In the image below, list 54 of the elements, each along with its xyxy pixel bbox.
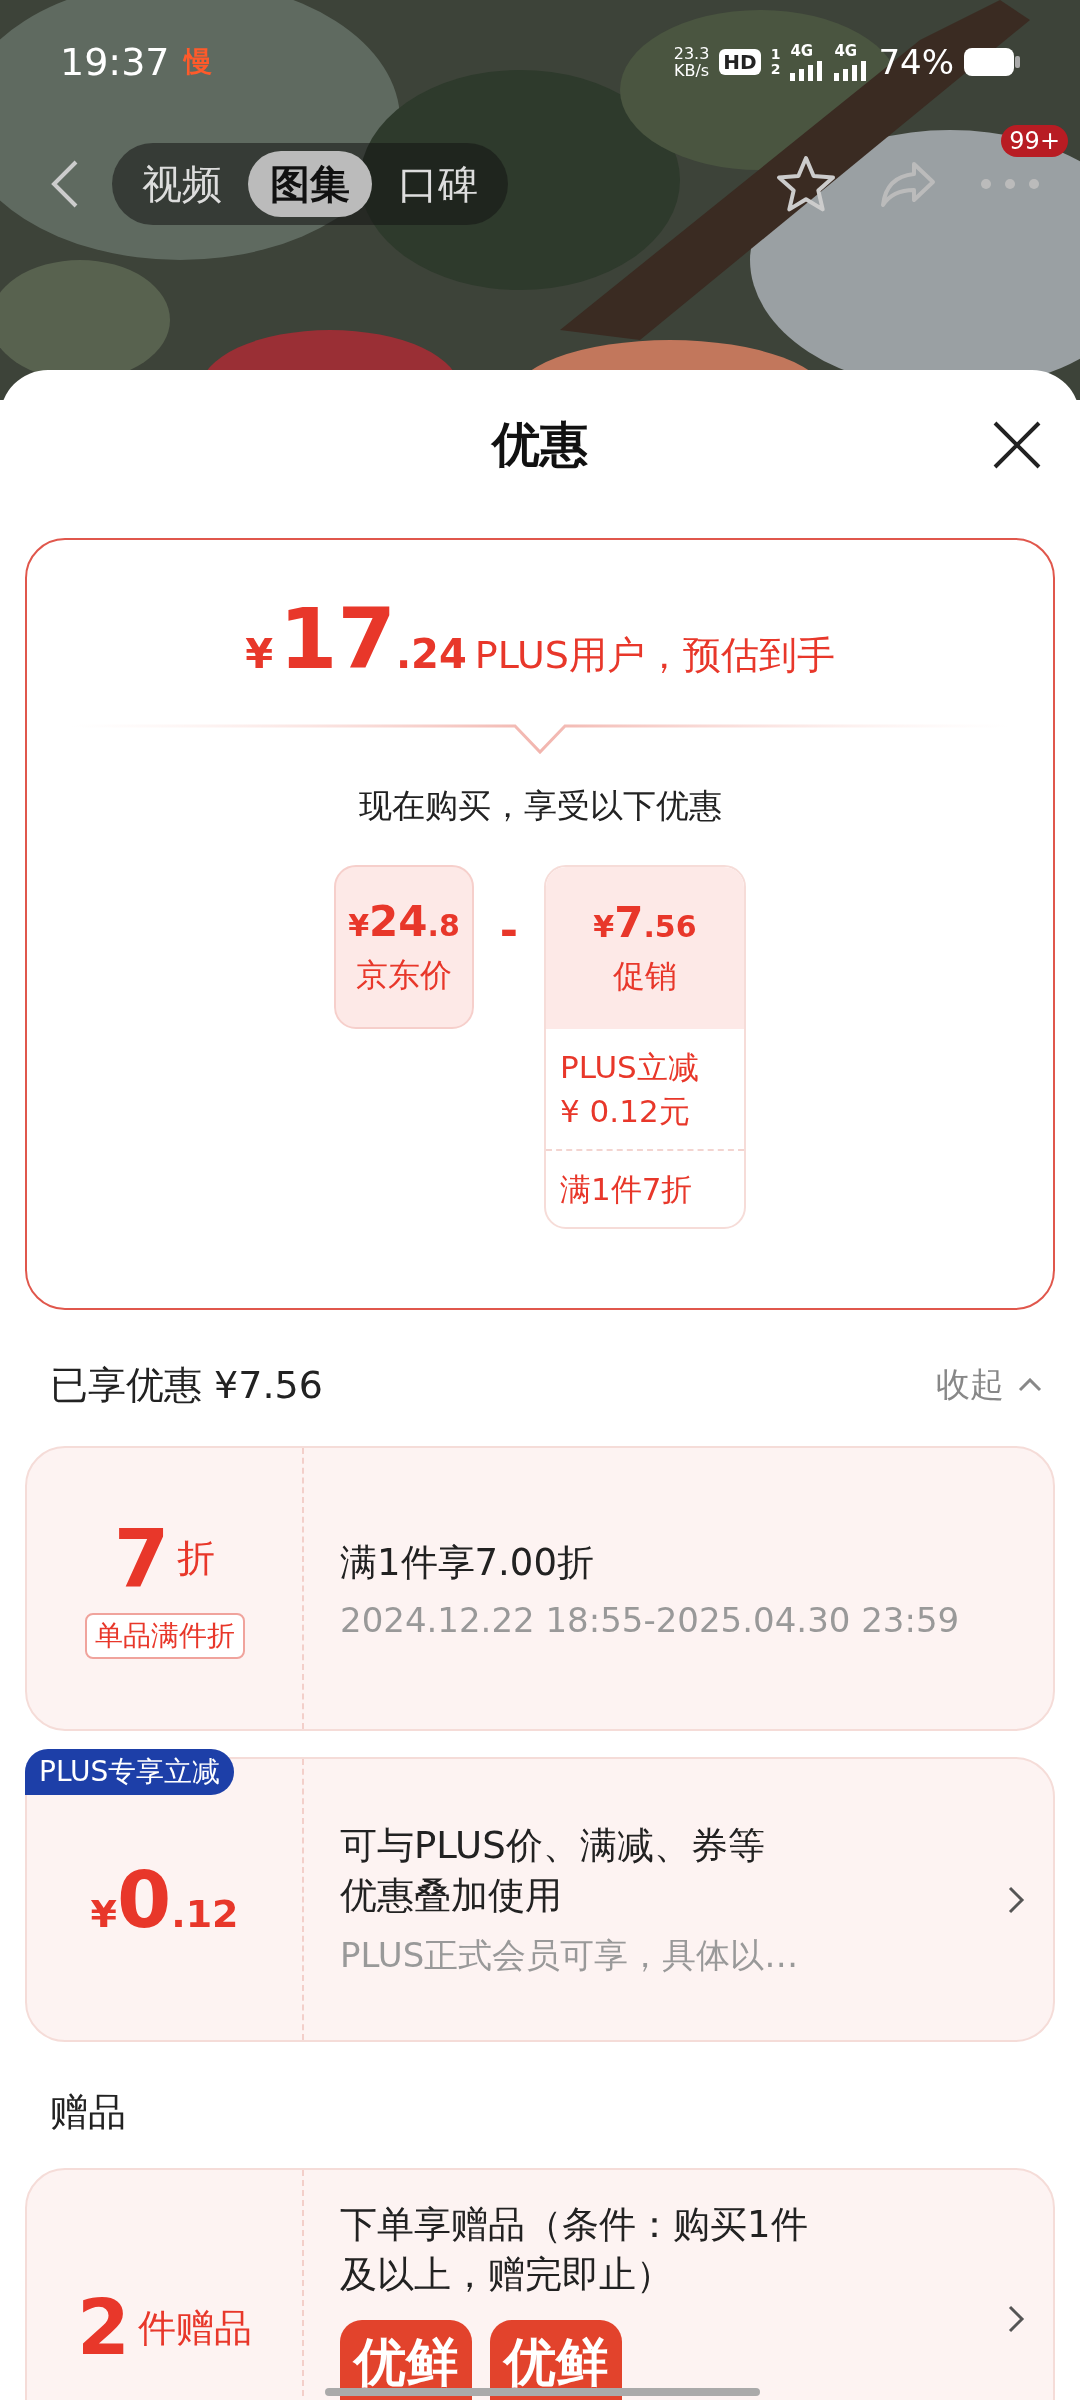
price-note: PLUS用户，预估到手 <box>474 632 835 679</box>
gift-thumbnail[interactable]: 优鲜 <box>490 2320 622 2400</box>
minus-sign: - <box>498 905 520 956</box>
coupon-detail: 2024.12.22 18:55-2025.04.30 23:59 <box>340 1599 961 1640</box>
subtitle: 现在购买，享受以下优惠 <box>358 785 722 827</box>
net-speed: 23.3 <box>673 45 710 62</box>
signal-icon <box>834 59 869 81</box>
gift-thumbnail[interactable]: 优鲜 <box>340 2320 472 2400</box>
coupon-title: 及以上，赠完即止） <box>340 2252 674 2298</box>
plus-badge: PLUS专享立减 <box>25 1749 235 1795</box>
section-heading: 赠品 <box>49 2088 127 2136</box>
sim-number: 1 <box>770 47 781 62</box>
promo-label: 促销 <box>613 955 677 997</box>
battery-level: 74% <box>878 42 954 82</box>
list-price: ¥24.8 <box>348 896 460 946</box>
net-unit: KB/s <box>673 62 710 79</box>
promo-detail: ¥ 0.12元 <box>560 1092 691 1131</box>
collapse-link[interactable]: 收起 <box>936 1362 1004 1408</box>
tab[interactable]: 口碑 <box>376 151 500 217</box>
chevron-up-icon[interactable] <box>1018 1378 1042 1392</box>
tab[interactable]: 图集 <box>248 151 372 217</box>
chevron-right-icon[interactable] <box>1007 1884 1025 1915</box>
section-heading: 已享优惠 ¥7.56 <box>50 1361 323 1409</box>
gift-count: 2 <box>77 2288 130 2368</box>
sheet-title: 优惠 <box>492 415 588 474</box>
notification-badge: 99+ <box>1001 125 1068 157</box>
close-icon[interactable] <box>992 420 1042 470</box>
coupon-title: 优惠叠加使用 <box>340 1872 563 1919</box>
discount-unit: 折 <box>177 1535 216 1582</box>
coupon-title: 可与PLUS价、满减、券等 <box>340 1822 766 1869</box>
promo-detail: PLUS立减 <box>560 1048 700 1087</box>
promo-detail: 满1件7折 <box>560 1170 694 1209</box>
signal-icon <box>790 59 825 81</box>
network-type: 4G <box>834 43 859 59</box>
discount-amount: ¥0.12 <box>90 1854 239 1945</box>
coupon-title: 满1件享7.00折 <box>340 1539 595 1586</box>
chevron-right-icon[interactable] <box>1007 2304 1025 2334</box>
list-price-label: 京东价 <box>356 954 452 996</box>
slow-label: 慢 <box>183 44 212 80</box>
status-time: 19:37 <box>60 40 170 84</box>
battery-icon <box>964 48 1020 76</box>
tab[interactable]: 视频 <box>120 151 244 217</box>
star-icon[interactable] <box>776 155 836 213</box>
coupon-detail: PLUS正式会员可享，具体以… <box>340 1933 800 1977</box>
coupon-tag: 单品满件折 <box>84 1612 245 1659</box>
network-type: 4G <box>790 43 815 59</box>
promo-amount: ¥7.56 <box>593 897 697 947</box>
hd-badge: HD <box>719 49 761 75</box>
back-icon[interactable] <box>50 159 80 209</box>
estimated-price: ¥17.24 <box>245 590 467 688</box>
discount-value: 7 <box>113 1518 170 1599</box>
coupon-title: 下单享赠品（条件：购买1件 <box>340 2202 809 2248</box>
sim-number: 2 <box>770 62 781 77</box>
gift-unit: 件赠品 <box>137 2304 252 2352</box>
